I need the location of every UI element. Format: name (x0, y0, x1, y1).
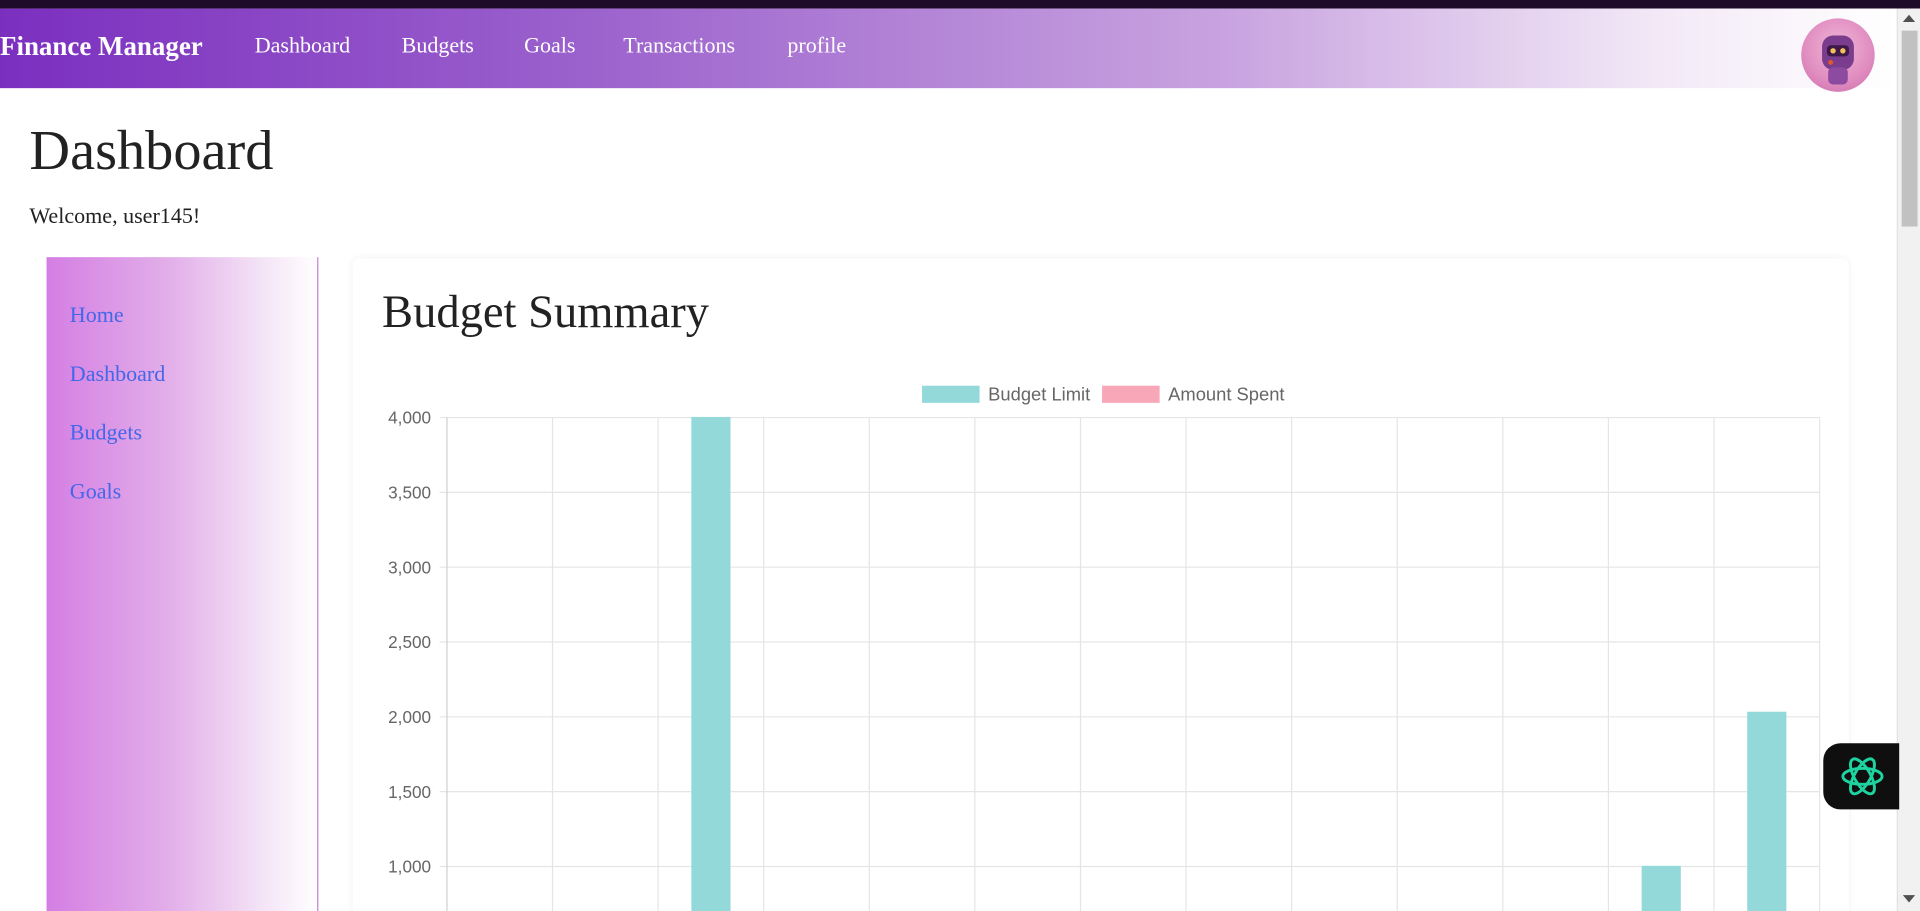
top-strip (0, 0, 1920, 9)
brand-title[interactable]: Finance Manager (0, 31, 203, 63)
y-tick-label: 1,000 (388, 857, 431, 877)
sidebar-item-budgets[interactable]: Budgets (70, 420, 142, 446)
legend-swatch (1102, 385, 1160, 403)
legend-label: Amount Spent (1168, 383, 1284, 404)
scroll-up-icon[interactable] (1902, 14, 1916, 23)
sidebar-item-dashboard[interactable]: Dashboard (70, 361, 165, 387)
scrollbar-thumb[interactable] (1901, 30, 1918, 227)
y-tick-label: 2,500 (388, 632, 431, 652)
navbar: Finance Manager Dashboard Budgets Goals … (0, 8, 1897, 89)
y-tick-label: 3,500 (388, 482, 431, 502)
page-title: Dashboard (29, 118, 274, 182)
robot-avatar-icon (1822, 35, 1854, 85)
nav-link-goals[interactable]: Goals (524, 33, 575, 59)
sidebar-item-goals[interactable]: Goals (70, 479, 121, 505)
card-title: Budget Summary (382, 286, 710, 338)
legend-swatch (922, 385, 980, 403)
scrollbar[interactable] (1896, 8, 1920, 911)
y-tick-label: 1,500 (388, 782, 431, 802)
sidebar-item-home[interactable]: Home (70, 302, 124, 328)
budget-summary-chart: 4,000 3,500 3,000 2,500 2,000 1,500 1,000 Budge… (388, 383, 1821, 911)
y-tick-label: 3,000 (388, 557, 431, 577)
scroll-down-icon[interactable] (1902, 895, 1916, 903)
viewport: Finance Manager Dashboard Budgets Goals … (0, 0, 1920, 911)
nav-link-transactions[interactable]: Transactions (623, 33, 735, 59)
bar-budget-limit (691, 416, 731, 911)
y-tick-label: 2,000 (388, 707, 431, 727)
legend-label: Budget Limit (988, 383, 1090, 404)
nav-link-dashboard[interactable]: Dashboard (255, 33, 350, 59)
nav-link-profile[interactable]: profile (787, 33, 846, 59)
nav-link-budgets[interactable]: Budgets (402, 33, 474, 59)
avatar[interactable] (1801, 18, 1875, 92)
sidebar: Home Dashboard Budgets Goals (46, 257, 319, 911)
assistant-button[interactable] (1823, 743, 1900, 810)
openai-assistant-icon (1841, 757, 1884, 796)
y-tick-label: 4,000 (388, 408, 431, 428)
welcome-message: Welcome, user145! (29, 203, 201, 228)
bar-budget-limit (1641, 865, 1681, 911)
bar-budget-limit (1747, 711, 1787, 911)
